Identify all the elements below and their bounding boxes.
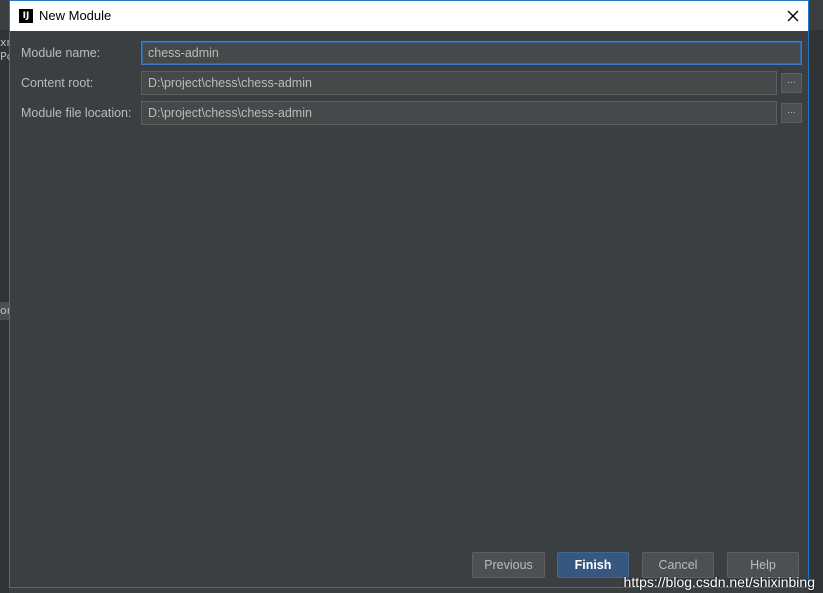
close-icon	[787, 10, 799, 22]
ide-background-text: or	[0, 302, 11, 320]
watermark-text: https://blog.csdn.net/shixinbing	[623, 574, 815, 590]
content-root-label: Content root:	[21, 76, 94, 90]
dialog-content: Module name: chess-admin Content root: D…	[10, 31, 808, 587]
ide-background-right	[809, 30, 823, 593]
close-button[interactable]	[778, 1, 808, 31]
module-name-row: Module name: chess-admin	[10, 41, 808, 67]
new-module-dialog: IJ New Module Module name: chess-admin C…	[9, 0, 809, 588]
module-file-location-browse-button[interactable]: ...	[781, 103, 802, 123]
intellij-app-icon: IJ	[19, 9, 33, 23]
previous-button[interactable]: Previous	[472, 552, 545, 578]
dialog-title: New Module	[39, 8, 112, 23]
dialog-titlebar: IJ New Module	[10, 1, 808, 31]
content-root-row: Content root: D:\project\chess\chess-adm…	[10, 71, 808, 97]
content-root-browse-button[interactable]: ...	[781, 73, 802, 93]
finish-button[interactable]: Finish	[557, 552, 629, 578]
ide-background-left: xr Pc or	[0, 30, 13, 593]
content-root-input[interactable]: D:\project\chess\chess-admin	[141, 71, 777, 95]
module-name-label: Module name:	[21, 46, 101, 60]
module-name-input[interactable]: chess-admin	[141, 41, 802, 65]
module-file-location-row: Module file location: D:\project\chess\c…	[10, 101, 808, 127]
module-file-location-label: Module file location:	[21, 106, 132, 120]
module-file-location-input[interactable]: D:\project\chess\chess-admin	[141, 101, 777, 125]
